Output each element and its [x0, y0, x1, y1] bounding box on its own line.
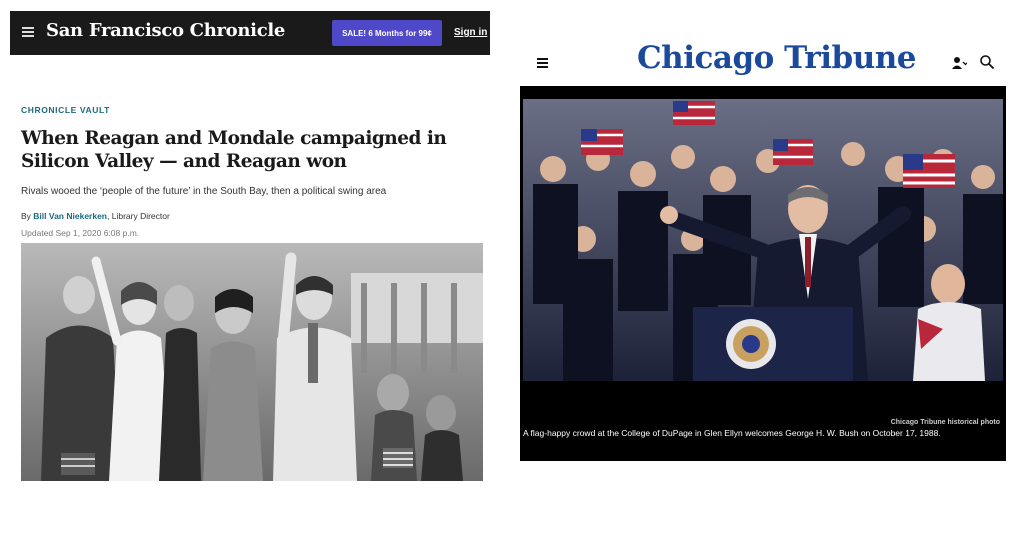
sfc-logo[interactable]: San Francisco Chronicle: [46, 20, 285, 41]
chevron-down-icon: [962, 61, 969, 66]
photo-credit: Chicago Tribune historical photo: [890, 419, 1000, 426]
gallery-title: President George H.W. Bush in Chicago: [534, 472, 992, 497]
photo-caption: A flag-happy crowd at the College of DuP…: [523, 428, 941, 438]
lead-photo-bush-rally: [523, 99, 1003, 381]
article-dek: Rivals wooed the ‘people of the future’ …: [21, 186, 387, 197]
author-link[interactable]: Bill Van Niekerken: [33, 211, 107, 221]
lead-photo-reagan-rally: [21, 243, 483, 481]
ct-logo[interactable]: Chicago Tribune: [637, 40, 917, 76]
search-icon[interactable]: [979, 54, 995, 70]
sign-in-link[interactable]: Sign in: [454, 27, 487, 38]
byline: By Bill Van Niekerken, Library Director: [21, 211, 170, 221]
section-label[interactable]: CHRONICLE VAULT: [21, 105, 110, 115]
author-role: , Library Director: [107, 211, 170, 221]
hamburger-menu-icon[interactable]: [22, 27, 34, 38]
updated-timestamp: Updated Sep 1, 2020 6:08 p.m.: [21, 228, 140, 238]
chicago-tribune-article: Chicago Tribune Chicago Tribune historic…: [520, 40, 1006, 497]
ct-media-block: Chicago Tribune historical photo A flag-…: [520, 86, 1006, 497]
sf-chronicle-article: San Francisco Chronicle SALE! 6 Months f…: [10, 11, 490, 481]
user-icon[interactable]: [951, 55, 969, 71]
sfc-header-bar: San Francisco Chronicle SALE! 6 Months f…: [10, 11, 490, 55]
article-headline: When Reagan and Mondale campaigned in Si…: [21, 128, 447, 172]
hamburger-menu-icon[interactable]: [537, 58, 548, 68]
byline-prefix: By: [21, 211, 31, 221]
subscribe-sale-button[interactable]: SALE! 6 Months for 99¢: [332, 20, 442, 46]
